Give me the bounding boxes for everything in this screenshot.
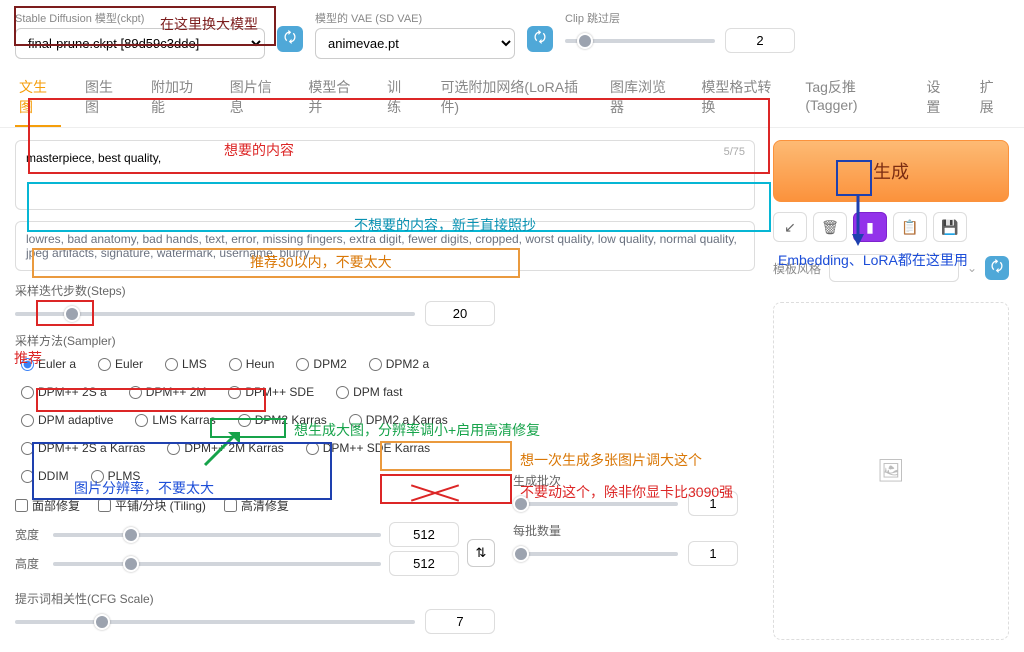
sampler-dpm2a[interactable]: DPM2 a — [363, 353, 435, 375]
steps-label: 采样迭代步数(Steps) — [15, 282, 495, 299]
ckpt-select[interactable]: final-prune.ckpt [89d59c3dde] — [15, 28, 265, 59]
sampler-dpmpp2m[interactable]: DPM++ 2M — [123, 381, 213, 403]
gallery-preview: 🖼 — [773, 302, 1009, 640]
trash-icon: 🗑 — [821, 219, 839, 236]
clear-button[interactable]: 🗑 — [813, 212, 847, 242]
sampler-euler[interactable]: Euler — [92, 353, 149, 375]
save-style-button[interactable]: 💾 — [933, 212, 967, 242]
style-select[interactable] — [829, 254, 959, 282]
cfg-label: 提示词相关性(CFG Scale) — [15, 590, 495, 607]
token-counter: 5/75 — [724, 146, 745, 158]
positive-prompt[interactable] — [15, 140, 755, 210]
sampler-heun[interactable]: Heun — [223, 353, 281, 375]
generate-button[interactable]: 生成 — [773, 140, 1009, 202]
sampler-lmskarras[interactable]: LMS Karras — [129, 409, 221, 431]
style-label: 模板风格 — [773, 260, 821, 277]
steps-value[interactable] — [425, 301, 495, 326]
cfg-value[interactable] — [425, 609, 495, 634]
vae-label: 模型的 VAE (SD VAE) — [315, 10, 515, 26]
image-icon: 🖼 — [877, 458, 905, 484]
width-value[interactable] — [389, 522, 459, 547]
sampler-dpmpp2sa[interactable]: DPM++ 2S a — [15, 381, 113, 403]
sampler-dpmpp2mkarras[interactable]: DPM++ 2M Karras — [161, 437, 289, 459]
batch-count-label: 生成批次 — [513, 472, 738, 489]
refresh-icon: 🗘 — [991, 256, 1004, 280]
batch-count-slider[interactable] — [513, 502, 678, 506]
tab-merger[interactable]: 模型合并 — [304, 69, 363, 127]
paste-button[interactable]: 📋 — [893, 212, 927, 242]
sampler-dpm2[interactable]: DPM2 — [290, 353, 352, 375]
clip-skip-value[interactable] — [725, 28, 795, 53]
chevron-down-icon: ⌄ — [967, 261, 977, 275]
sampler-euler-a[interactable]: Euler a — [15, 353, 82, 375]
tab-extensions[interactable]: 扩展 — [976, 69, 1009, 127]
sampler-dpmppsde[interactable]: DPM++ SDE — [222, 381, 320, 403]
sampler-dpmfast[interactable]: DPM fast — [330, 381, 408, 403]
sampler-ddim[interactable]: DDIM — [15, 465, 75, 487]
width-label: 宽度 — [15, 526, 45, 543]
tab-extras[interactable]: 附加功能 — [147, 69, 206, 127]
tab-train[interactable]: 训练 — [383, 69, 416, 127]
sampler-plms[interactable]: PLMS — [85, 465, 147, 487]
save-icon: 💾 — [941, 219, 958, 236]
sampler-dpmpp2sakarras[interactable]: DPM++ 2S a Karras — [15, 437, 151, 459]
tab-lora[interactable]: 可选附加网络(LoRA插件) — [436, 69, 586, 127]
tab-gallery[interactable]: 图库浏览器 — [606, 69, 677, 127]
tab-tagger[interactable]: Tag反推(Tagger) — [801, 69, 902, 127]
refresh-icon: 🗘 — [284, 27, 297, 51]
negative-prompt[interactable] — [15, 221, 755, 271]
arrow-icon: ↙ — [784, 219, 796, 236]
width-slider[interactable] — [53, 533, 381, 537]
batch-size-label: 每批数量 — [513, 522, 738, 539]
tiling-toggle[interactable]: 平铺/分块 (Tiling) — [98, 497, 206, 514]
vae-select[interactable]: animevae.pt — [315, 28, 515, 59]
extra-networks-button[interactable]: ▮ — [853, 212, 887, 242]
refresh-icon: 🗘 — [534, 27, 547, 51]
ckpt-label: Stable Diffusion 模型(ckpt) — [15, 10, 265, 26]
clip-skip-label: Clip 跳过层 — [565, 10, 795, 26]
interrogate-button[interactable]: ↙ — [773, 212, 807, 242]
face-restore-toggle[interactable]: 面部修复 — [15, 497, 80, 514]
cfg-slider[interactable] — [15, 620, 415, 624]
tab-pnginfo[interactable]: 图片信息 — [226, 69, 285, 127]
tab-img2img[interactable]: 图生图 — [81, 69, 127, 127]
tab-settings[interactable]: 设置 — [922, 69, 955, 127]
style-refresh-button[interactable]: 🗘 — [985, 256, 1009, 280]
ckpt-refresh-button[interactable]: 🗘 — [277, 26, 303, 52]
sampler-dpmppsdekarras[interactable]: DPM++ SDE Karras — [300, 437, 436, 459]
clip-skip-slider[interactable] — [565, 39, 715, 43]
clipboard-icon: 📋 — [901, 219, 918, 236]
vae-refresh-button[interactable]: 🗘 — [527, 26, 553, 52]
sampler-lms[interactable]: LMS — [159, 353, 213, 375]
sampler-group: Euler a Euler LMS Heun DPM2 DPM2 a DPM++… — [15, 353, 495, 487]
tab-convert[interactable]: 模型格式转换 — [697, 69, 781, 127]
swap-dims-button[interactable]: ⇅ — [467, 539, 495, 567]
batch-size-slider[interactable] — [513, 552, 678, 556]
height-label: 高度 — [15, 555, 45, 572]
sampler-dpm2karras[interactable]: DPM2 Karras — [232, 409, 333, 431]
red-cross-icon — [410, 482, 460, 502]
cards-icon: ▮ — [866, 219, 874, 236]
batch-size-value[interactable] — [688, 541, 738, 566]
batch-count-value[interactable] — [688, 491, 738, 516]
sampler-label: 采样方法(Sampler) — [15, 332, 495, 349]
height-slider[interactable] — [53, 562, 381, 566]
tab-txt2img[interactable]: 文生图 — [15, 69, 61, 127]
sampler-dpmadaptive[interactable]: DPM adaptive — [15, 409, 119, 431]
sampler-dpm2akarras[interactable]: DPM2 a Karras — [343, 409, 454, 431]
main-tabs: 文生图 图生图 附加功能 图片信息 模型合并 训练 可选附加网络(LoRA插件)… — [0, 69, 1024, 128]
hires-fix-toggle[interactable]: 高清修复 — [224, 497, 289, 514]
height-value[interactable] — [389, 551, 459, 576]
steps-slider[interactable] — [15, 312, 415, 316]
